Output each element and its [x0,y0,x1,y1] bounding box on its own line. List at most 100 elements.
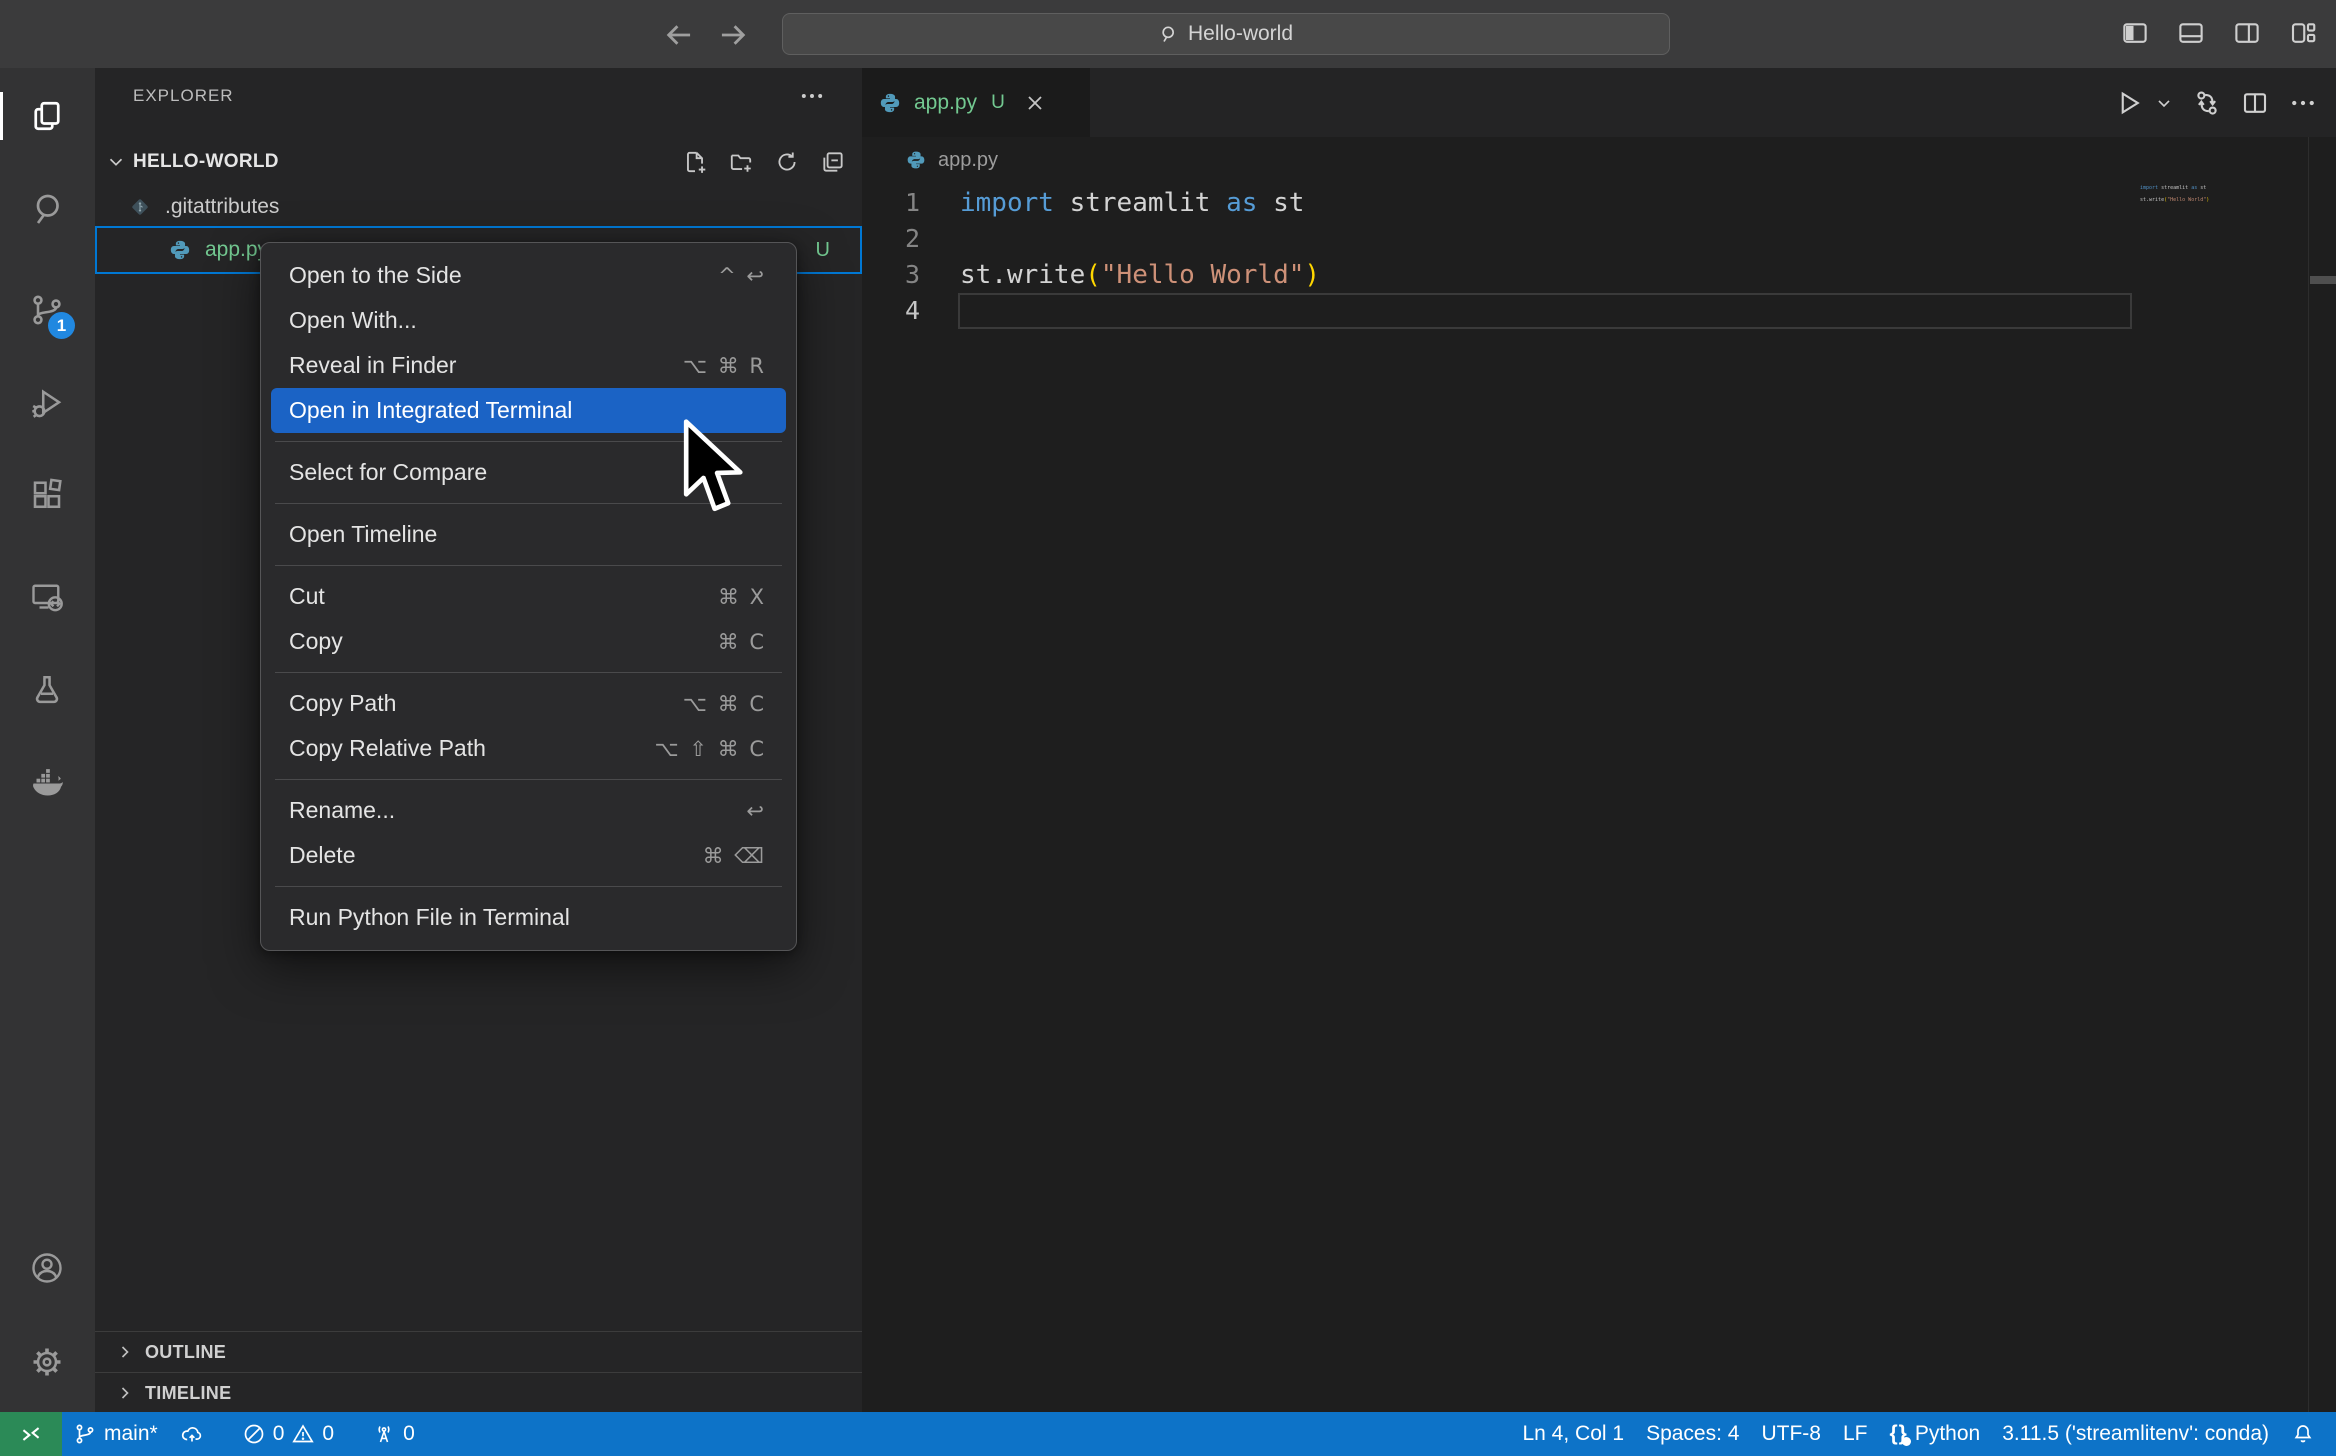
menu-item-label: Open to the Side [289,262,462,289]
menu-item-copy-path[interactable]: Copy Path⌥ ⌘ C [261,681,796,726]
sync-changes-button[interactable] [169,1412,215,1456]
menu-item-run-python-file-in-terminal[interactable]: Run Python File in Terminal [261,895,796,940]
more-actions-icon[interactable] [798,82,826,110]
menu-separator [275,565,782,566]
menu-item-label: Open With... [289,307,417,334]
title-bar: Hello-world [0,0,2336,68]
timeline-pane-header[interactable]: TIMELINE [95,1372,862,1413]
activity-search[interactable] [23,184,71,232]
ports-count: 0 [403,1422,415,1446]
activity-extensions[interactable] [23,470,71,518]
accounts-button[interactable] [23,1244,71,1292]
branch-name: main* [104,1422,158,1446]
activity-testing[interactable] [23,666,71,714]
split-editor-icon[interactable] [2240,88,2270,118]
open-changes-icon[interactable] [2192,88,2222,118]
menu-item-delete[interactable]: Delete⌘ ⌫ [261,833,796,878]
menu-item-rename[interactable]: Rename...↩ [261,788,796,833]
notifications-button[interactable] [2280,1412,2326,1456]
ports-indicator[interactable]: 0 [361,1412,426,1456]
git-branch-icon [73,1422,97,1446]
tab-label: app.py [914,91,977,115]
menu-separator [275,779,782,780]
customize-layout-icon[interactable] [2288,18,2318,48]
account-icon [29,1250,65,1286]
git-status-badge: U [816,239,830,262]
line-number: 1 [862,185,920,221]
code-line-3[interactable]: st.write("Hello World") [960,257,2132,293]
overview-ruler-cursor-marker[interactable] [2310,276,2336,284]
code-line-2[interactable] [960,221,2132,257]
activity-remote-explorer[interactable] [23,573,71,621]
tab-modified-badge: U [991,92,1005,114]
overview-ruler [2308,137,2309,1412]
new-file-icon[interactable] [682,149,708,175]
activity-docker[interactable] [23,758,71,806]
python-file-icon [169,239,191,261]
menu-item-label: Open Timeline [289,521,437,548]
menu-item-shortcut: ⌥ ⌘ C [683,692,766,716]
chevron-right-icon [115,1383,135,1403]
chevron-right-icon [115,1342,135,1362]
python-file-icon [879,92,901,114]
run-debug-icon [29,385,65,421]
branch-indicator[interactable]: main* [62,1412,169,1456]
new-folder-icon[interactable] [728,149,754,175]
nav-forward-button[interactable] [714,16,752,52]
python-interpreter[interactable]: 3.11.5 ('streamlitenv': conda) [1991,1412,2280,1456]
close-icon[interactable] [1023,91,1047,115]
menu-item-reveal-in-finder[interactable]: Reveal in Finder⌥ ⌘ R [261,343,796,388]
menu-item-shortcut: ↩ [746,799,766,823]
menu-separator [275,672,782,673]
mouse-cursor [680,418,748,523]
code-line-1[interactable]: import streamlit as st [960,185,2132,221]
command-center-search[interactable]: Hello-world [782,13,1670,55]
files-icon [29,98,65,134]
nav-back-button[interactable] [660,16,698,52]
toggle-panel-icon[interactable] [2176,18,2206,48]
docker-whale-icon [29,764,65,800]
indentation[interactable]: Spaces: 4 [1635,1412,1750,1456]
minimap[interactable]: import streamlit as stst.write("Hello Wo… [2140,182,2209,206]
collapse-all-icon[interactable] [820,149,846,175]
language-braces-icon: {} [1889,1422,1907,1446]
encoding[interactable]: UTF-8 [1750,1412,1832,1456]
tab-apppy[interactable]: app.py U [862,68,1090,137]
workspace-section-header[interactable]: HELLO-WORLD [95,140,862,184]
activity-bar: 1 [0,68,95,1412]
menu-item-open-to-the-side[interactable]: Open to the Side^ ↩ [261,253,796,298]
cursor-position[interactable]: Ln 4, Col 1 [1511,1412,1635,1456]
code-line-4[interactable] [958,293,2132,329]
toggle-sidebar-icon[interactable] [2120,18,2150,48]
line-number: 2 [862,221,920,257]
toggle-secondary-sidebar-icon[interactable] [2232,18,2262,48]
run-dropdown-chevron-icon[interactable] [2154,93,2174,113]
refresh-icon[interactable] [774,149,800,175]
gear-icon [29,1344,65,1380]
menu-item-label: Reveal in Finder [289,352,456,379]
remote-indicator[interactable] [0,1412,62,1456]
breadcrumb[interactable]: app.py [862,137,2336,183]
settings-button[interactable] [23,1338,71,1386]
menu-item-copy[interactable]: Copy⌘ C [261,619,796,664]
warnings-icon [291,1422,315,1446]
menu-item-copy-relative-path[interactable]: Copy Relative Path⌥ ⇧ ⌘ C [261,726,796,771]
active-view-indicator [0,92,3,140]
menu-item-cut[interactable]: Cut⌘ X [261,574,796,619]
activity-explorer[interactable] [23,92,71,140]
activity-run-debug[interactable] [23,379,71,427]
problems-indicator[interactable]: 0 0 [231,1412,345,1456]
remote-icon [18,1421,44,1447]
tab-strip: app.py U [862,68,2336,137]
code-area[interactable]: import streamlit as st st.write("Hello Wo… [960,185,2132,329]
outline-pane-header[interactable]: OUTLINE [95,1331,862,1372]
file-row-gitattributes[interactable]: .gitattributes [95,186,862,228]
more-actions-icon[interactable] [2288,88,2318,118]
eol-sequence[interactable]: LF [1832,1412,1879,1456]
menu-item-open-with[interactable]: Open With... [261,298,796,343]
radio-tower-icon [372,1422,396,1446]
language-mode[interactable]: {} Python [1878,1412,1991,1456]
editor-group: app.py U app.py 1234 import streamlit as… [862,68,2336,1412]
warning-count: 0 [322,1422,334,1446]
run-file-icon[interactable] [2114,88,2144,118]
